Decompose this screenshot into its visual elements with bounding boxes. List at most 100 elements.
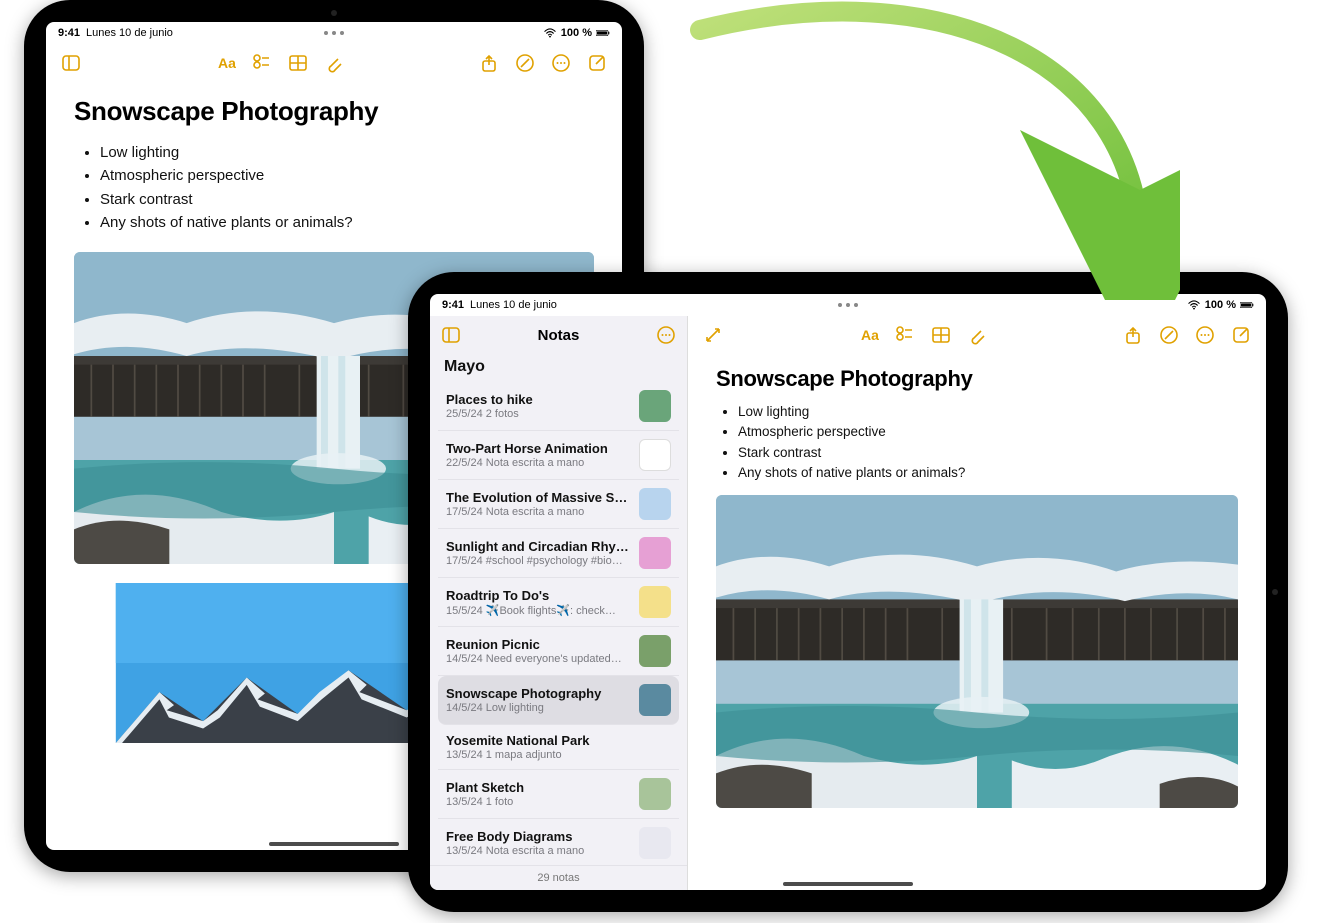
note-item-subtitle: 17/5/24 #school #psychology #bio…	[446, 555, 631, 567]
sidebar-toggle-button[interactable]	[436, 320, 466, 350]
markup-button[interactable]	[1154, 320, 1184, 350]
note-item-subtitle: 14/5/24 Need everyone's updated…	[446, 653, 631, 665]
share-button[interactable]	[1118, 320, 1148, 350]
note-bullet: Stark contrast	[738, 443, 1238, 463]
notes-toolbar	[688, 316, 1266, 354]
sidebar-title: Notas	[472, 327, 645, 344]
note-item-thumbnail	[639, 488, 671, 520]
status-time: 9:41	[442, 299, 464, 311]
note-item-thumbnail	[639, 635, 671, 667]
note-item-thumbnail	[639, 537, 671, 569]
note-item-title: Two-Part Horse Animation	[446, 441, 631, 456]
sidebar-toggle-button[interactable]	[56, 48, 86, 78]
note-count: 29 notas	[430, 865, 687, 890]
battery-icon	[596, 28, 610, 38]
note-bullet: Atmospheric perspective	[738, 422, 1238, 442]
note-item-thumbnail	[639, 439, 671, 471]
attachment-button[interactable]	[962, 320, 992, 350]
compose-button[interactable]	[1226, 320, 1256, 350]
note-item-title: Reunion Picnic	[446, 637, 631, 652]
note-list-item[interactable]: Yosemite National Park13/5/24 1 mapa adj…	[438, 725, 679, 770]
note-item-thumbnail	[639, 390, 671, 422]
wifi-icon	[1187, 300, 1201, 310]
text-format-button[interactable]	[854, 320, 884, 350]
status-time: 9:41	[58, 27, 80, 39]
notes-toolbar	[46, 44, 622, 82]
note-item-thumbnail	[639, 827, 671, 859]
home-indicator[interactable]	[783, 882, 913, 886]
table-button[interactable]	[926, 320, 956, 350]
share-button[interactable]	[474, 48, 504, 78]
note-item-subtitle: 14/5/24 Low lighting	[446, 702, 631, 714]
note-item-subtitle: 25/5/24 2 fotos	[446, 408, 631, 420]
note-item-title: Free Body Diagrams	[446, 829, 631, 844]
wifi-icon	[543, 28, 557, 38]
battery-percent: 100 %	[1205, 299, 1236, 311]
note-item-subtitle: 22/5/24 Nota escrita a mano	[446, 457, 631, 469]
note-detail-pane: Snowscape Photography Low lighting Atmos…	[688, 316, 1266, 890]
note-bullet: Any shots of native plants or animals?	[100, 211, 594, 234]
checklist-button[interactable]	[890, 320, 920, 350]
camera-dot	[331, 10, 337, 16]
battery-icon	[1240, 300, 1254, 310]
note-list-item[interactable]: Sunlight and Circadian Rhyth…17/5/24 #sc…	[438, 529, 679, 578]
sidebar-more-button[interactable]	[651, 320, 681, 350]
month-header: Mayo	[430, 354, 687, 382]
note-list-item[interactable]: Snowscape Photography14/5/24 Low lightin…	[438, 676, 679, 725]
note-item-subtitle: 13/5/24 1 mapa adjunto	[446, 749, 671, 761]
table-button[interactable]	[283, 48, 313, 78]
more-button[interactable]	[1190, 320, 1220, 350]
expand-button[interactable]	[698, 320, 728, 350]
battery-percent: 100 %	[561, 27, 592, 39]
ipad-landscape-screen: 9:41 Lunes 10 de junio 100 % Notas Mayo …	[430, 294, 1266, 890]
note-bullet: Atmospheric perspective	[100, 164, 594, 187]
attachment-button[interactable]	[319, 48, 349, 78]
note-item-title: Plant Sketch	[446, 780, 631, 795]
note-item-title: Yosemite National Park	[446, 733, 671, 748]
note-bullet: Low lighting	[100, 141, 594, 164]
note-item-subtitle: 13/5/24 Nota escrita a mano	[446, 845, 631, 857]
note-list-item[interactable]: Places to hike25/5/24 2 fotos	[438, 382, 679, 431]
status-date: Lunes 10 de junio	[470, 299, 557, 311]
note-title: Snowscape Photography	[74, 96, 594, 127]
camera-dot	[1272, 589, 1278, 595]
note-photo-waterfall[interactable]	[716, 495, 1238, 808]
note-body[interactable]: Snowscape Photography Low lighting Atmos…	[688, 354, 1266, 890]
home-indicator[interactable]	[269, 842, 399, 846]
note-bullet: Any shots of native plants or animals?	[738, 463, 1238, 483]
note-item-subtitle: 13/5/24 1 foto	[446, 796, 631, 808]
note-title: Snowscape Photography	[716, 366, 1238, 392]
note-item-title: Places to hike	[446, 392, 631, 407]
multitask-dots[interactable]	[324, 31, 344, 35]
text-format-button[interactable]	[211, 48, 241, 78]
note-bullets: Low lighting Atmospheric perspective Sta…	[74, 141, 594, 234]
note-list-item[interactable]: Two-Part Horse Animation22/5/24 Nota esc…	[438, 431, 679, 480]
note-item-title: The Evolution of Massive Star…	[446, 490, 631, 505]
note-bullets: Low lighting Atmospheric perspective Sta…	[716, 402, 1238, 483]
note-list-item[interactable]: Plant Sketch13/5/24 1 foto	[438, 770, 679, 819]
note-item-thumbnail	[639, 778, 671, 810]
status-date: Lunes 10 de junio	[86, 27, 173, 39]
note-bullet: Stark contrast	[100, 188, 594, 211]
sidebar-toolbar: Notas	[430, 316, 687, 354]
multitask-dots[interactable]	[838, 303, 858, 307]
note-item-thumbnail	[639, 586, 671, 618]
note-item-subtitle: 17/5/24 Nota escrita a mano	[446, 506, 631, 518]
note-list-item[interactable]: The Evolution of Massive Star…17/5/24 No…	[438, 480, 679, 529]
note-list-item[interactable]: Roadtrip To Do's15/5/24 ✈️Book flights✈️…	[438, 578, 679, 627]
note-list[interactable]: Places to hike25/5/24 2 fotosTwo-Part Ho…	[430, 382, 687, 865]
note-list-item[interactable]: Reunion Picnic14/5/24 Need everyone's up…	[438, 627, 679, 676]
note-item-subtitle: 15/5/24 ✈️Book flights✈️: check…	[446, 604, 631, 617]
note-item-title: Roadtrip To Do's	[446, 588, 631, 603]
markup-button[interactable]	[510, 48, 540, 78]
more-button[interactable]	[546, 48, 576, 78]
note-item-thumbnail	[639, 684, 671, 716]
compose-button[interactable]	[582, 48, 612, 78]
rotation-arrow	[620, 0, 1180, 300]
ipad-landscape-device: 9:41 Lunes 10 de junio 100 % Notas Mayo …	[408, 272, 1288, 912]
checklist-button[interactable]	[247, 48, 277, 78]
note-bullet: Low lighting	[738, 402, 1238, 422]
note-list-item[interactable]: Free Body Diagrams13/5/24 Nota escrita a…	[438, 819, 679, 865]
note-item-title: Snowscape Photography	[446, 686, 631, 701]
status-bar: 9:41 Lunes 10 de junio 100 %	[430, 294, 1266, 316]
